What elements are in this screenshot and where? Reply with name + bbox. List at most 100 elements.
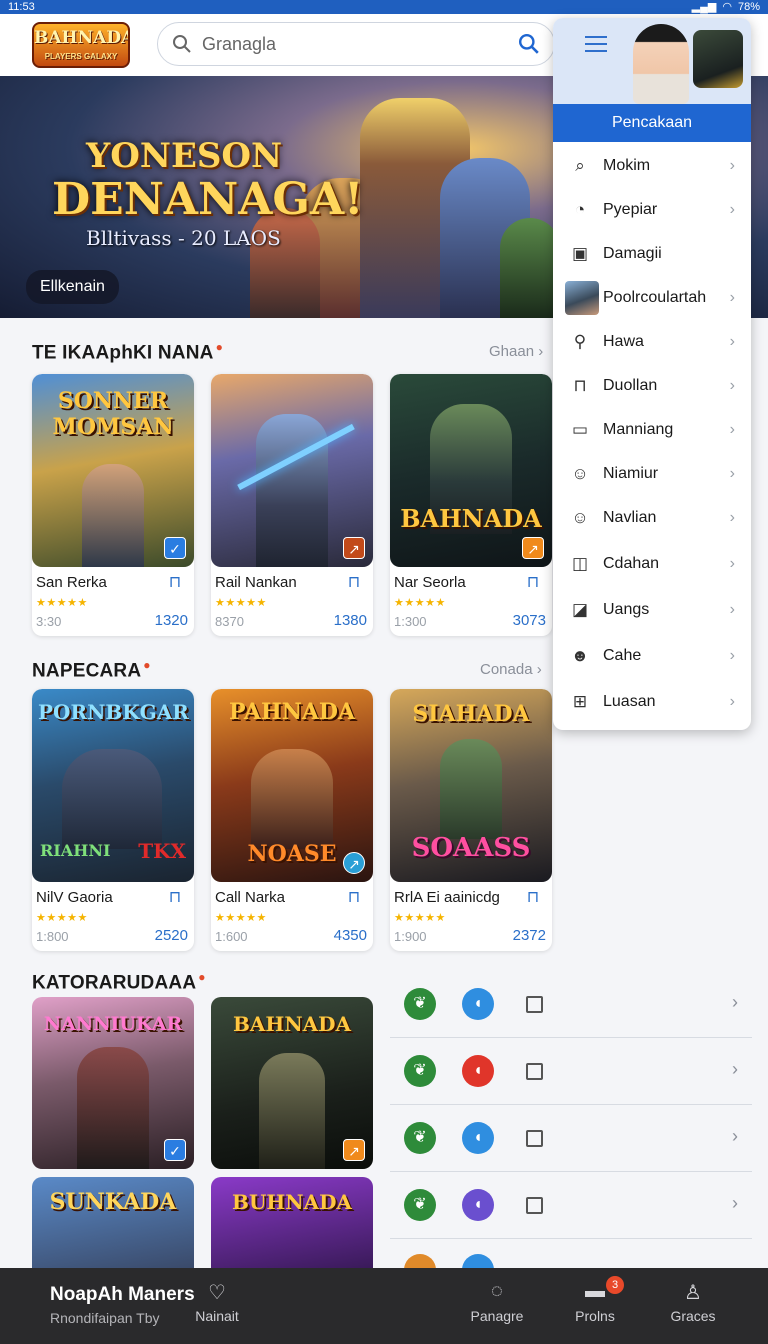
bag-icon[interactable]: ⊓ (166, 574, 184, 592)
sword-icon: ↗ (343, 1139, 365, 1161)
game-name: RrlA Ei aainicdg (394, 889, 500, 906)
section-title: TE IKAAphKI NANA ● (32, 340, 223, 364)
photo-icon: ◪ (571, 600, 589, 619)
menu-item-damagii[interactable]: ▣ Damagii (553, 232, 751, 276)
chevron-right-icon[interactable]: › (732, 992, 738, 1013)
bag-icon[interactable]: ⊓ (524, 889, 542, 907)
menu-item-manniang[interactable]: ▭ Manniang › (553, 408, 751, 452)
game-card[interactable]: BAHNADA ↗ Nar Seorla ⊓ ★★★★★ 1:300 3073 (390, 374, 552, 636)
menu-item-label: Uangs (603, 601, 650, 618)
menu-item-label: Pyepiar (603, 201, 658, 218)
nav-tab-panagre[interactable]: ◌ Panagre (457, 1280, 537, 1324)
row-checkbox[interactable] (526, 1063, 543, 1080)
battery-label: 78% (737, 1, 760, 13)
bag-icon[interactable]: ⊓ (166, 889, 184, 907)
menu-item-duollan[interactable]: ⊓ Duollan › (553, 364, 751, 408)
list-item[interactable]: ❦ ◖ › (390, 1039, 752, 1105)
game-tile[interactable]: NANNIUKAR ✓ (32, 997, 194, 1169)
chevron-right-icon[interactable]: › (732, 1193, 738, 1214)
game-avatar[interactable] (693, 30, 743, 88)
bag-icon[interactable]: ⊓ (345, 889, 363, 907)
game-art: ↗ (211, 374, 373, 567)
row-checkbox[interactable] (526, 1197, 543, 1214)
game-count: 1320 (154, 612, 188, 629)
hot-dot-icon: ● (143, 658, 151, 672)
menu-item-poolrcoulartah[interactable]: Poolrcoulartah › (553, 276, 751, 320)
game-tile[interactable]: SUNKADA (32, 1177, 194, 1268)
bag-icon[interactable]: ⊓ (345, 574, 363, 592)
bottom-bar-title[interactable]: NoapAh Maners (50, 1284, 195, 1306)
list-item[interactable]: ❦ ◖ › (390, 1173, 752, 1239)
section-more-label: Ghaan (489, 343, 535, 360)
drop-icon (462, 1254, 494, 1268)
nav-tab-graces[interactable]: ♙ Graces (653, 1280, 733, 1324)
menu-item-mokim[interactable]: ⌕ Mokim › (553, 144, 751, 188)
section-title: NAPECARA ● (32, 658, 151, 682)
menu-header-area (553, 18, 751, 104)
nav-tab-nainait[interactable]: ♡ Nainait (177, 1280, 257, 1324)
list-item[interactable]: ❦ ◖ › (390, 1106, 752, 1172)
menu-item-pyepiar[interactable]: ◔ Pyepiar › (553, 188, 751, 232)
game-card[interactable]: ↗ Rail Nankan ⊓ ★★★★★ 8370 1380 (211, 374, 373, 636)
game-card[interactable]: SIAHADA SOAASS RrlA Ei aainicdg ⊓ ★★★★★ … (390, 689, 552, 951)
hero-title-line1: YONESON (86, 136, 283, 176)
chevron-right-icon: › (729, 377, 735, 394)
menu-item-hawa[interactable]: ⚲ Hawa › (553, 320, 751, 364)
game-count: 1380 (333, 612, 367, 629)
list-item[interactable] (390, 1240, 752, 1268)
menu-item-cdahan[interactable]: ◫ Cdahan › (553, 542, 751, 586)
hamburger-icon[interactable] (585, 36, 607, 57)
row-checkbox[interactable] (526, 996, 543, 1013)
game-name: NilV Gaoria (36, 889, 113, 906)
art-character (440, 739, 502, 839)
search-bar[interactable] (157, 22, 555, 66)
menu-title[interactable]: Pencakaan (553, 104, 751, 142)
hero-title: YONESON DENANAGA! (52, 134, 363, 222)
profile-icon: ♙ (684, 1282, 702, 1304)
section-more-link[interactable]: Ghaan › (489, 343, 543, 360)
menu-item-cahe[interactable]: ☻ Cahe › (553, 634, 751, 678)
section-more-link[interactable]: Conada › (480, 661, 542, 678)
menu-item-label: Mokim (603, 157, 651, 174)
app-logo[interactable]: BAHNADA PLAYERS GALAXY (32, 22, 130, 68)
bag-icon[interactable]: ⊓ (524, 574, 542, 592)
user-avatar[interactable] (633, 24, 689, 104)
menu-item-label: Hawa (603, 333, 644, 350)
hot-dot-icon: ● (215, 340, 224, 354)
leaf-icon (404, 1254, 436, 1268)
game-tile[interactable]: BAHNADA ↗ (211, 997, 373, 1169)
art-character (62, 749, 162, 849)
search-input[interactable] (202, 33, 518, 55)
art-character (259, 1053, 325, 1169)
row-checkbox[interactable] (526, 1130, 543, 1147)
section-title: KATORARUDAAA ● (32, 970, 206, 994)
menu-item-label: Niamiur (603, 465, 659, 482)
logo-subtext: PLAYERS GALAXY (44, 52, 118, 61)
menu-item-label: Damagii (603, 245, 662, 262)
menu-item-uangs[interactable]: ◪ Uangs › (553, 588, 751, 632)
menu-item-niamiur[interactable]: ☺ Niamiur › (553, 452, 751, 496)
nav-tab-label: Prolns (575, 1308, 615, 1324)
game-tile[interactable]: BUHNADA (211, 1177, 373, 1268)
game-card[interactable]: PAHNADA NOASE ↗ Call Narka ⊓ ★★★★★ 1:600… (211, 689, 373, 951)
palette-icon: ◔ (574, 200, 586, 219)
art-title: BAHNADA (400, 504, 542, 533)
menu-item-navlian[interactable]: ☺ Navlian › (553, 496, 751, 540)
list-item[interactable]: ❦ ◖ › (390, 972, 752, 1038)
status-time: 11:53 (8, 1, 35, 13)
art-title: SIAHADA (412, 701, 530, 727)
game-card[interactable]: SONNER MOMSAN ✓ San Rerka ⊓ ★★★★★ 3:30 1… (32, 374, 194, 636)
game-art: PAHNADA NOASE ↗ (211, 689, 373, 882)
chevron-right-icon[interactable]: › (732, 1059, 738, 1080)
game-card[interactable]: PORNBKGAR RIAHNI TKX NilV Gaoria ⊓ ★★★★★… (32, 689, 194, 951)
game-name: Nar Seorla (394, 574, 466, 591)
menu-item-label: Poolrcoulartah (603, 289, 707, 306)
search-submit-icon[interactable] (518, 33, 540, 55)
menu-item-luasan[interactable]: ⊞ Luasan › (553, 680, 751, 724)
chevron-right-icon[interactable]: › (732, 1126, 738, 1147)
game-meta: 3:30 (36, 614, 62, 629)
wifi-icon: ◠ (722, 1, 732, 13)
hero-button[interactable]: Ellkenain (26, 270, 119, 304)
art-title: BAHNADA (233, 1012, 351, 1036)
sword-icon: ↗ (343, 537, 365, 559)
